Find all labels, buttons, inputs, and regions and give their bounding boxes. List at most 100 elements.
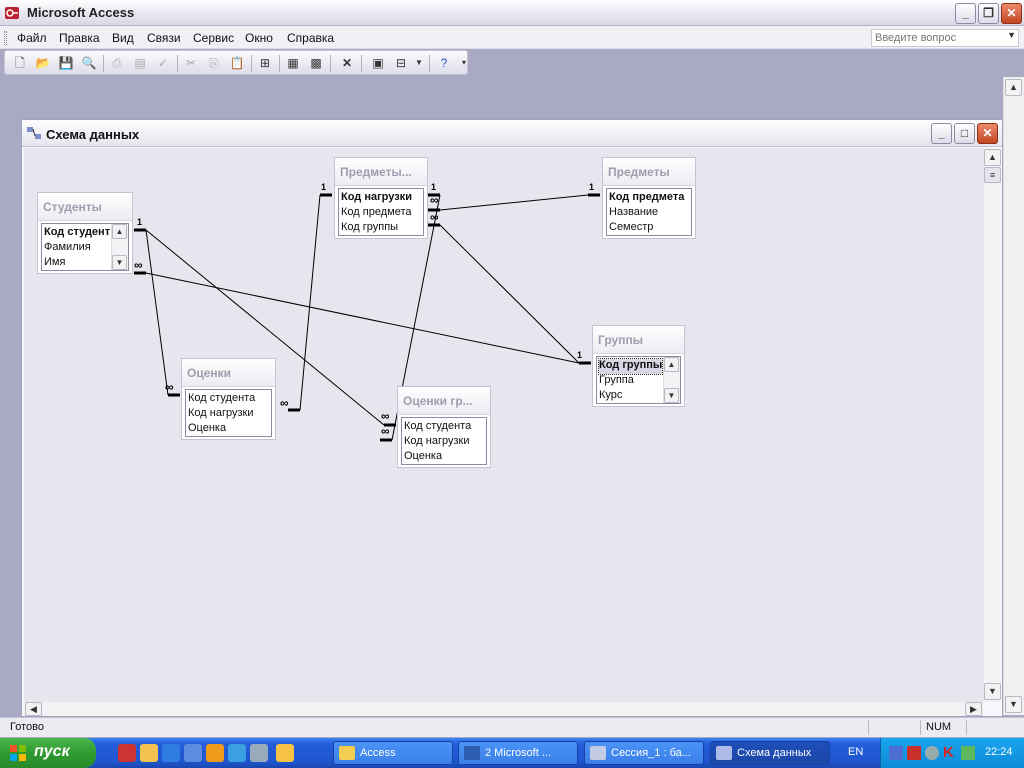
scroll-up-icon[interactable]: ▲: [112, 224, 127, 239]
child-close-button[interactable]: ✕: [977, 123, 998, 144]
restore-button[interactable]: ❐: [978, 3, 999, 24]
scroll-up-icon[interactable]: ▲: [664, 357, 679, 372]
paste-icon[interactable]: 📋: [228, 54, 246, 72]
clock-icon[interactable]: [276, 744, 294, 762]
field-item[interactable]: Группа: [599, 374, 634, 389]
field-item[interactable]: Код группы: [341, 221, 398, 235]
field-item[interactable]: Оценка: [404, 450, 442, 464]
opera-icon[interactable]: [118, 744, 136, 762]
new-object-icon[interactable]: ⊟: [392, 54, 410, 72]
scroll-thumb[interactable]: ≡: [984, 167, 1001, 183]
show-all-icon[interactable]: ▩: [307, 54, 325, 72]
table-group-grades[interactable]: Оценки гр... Код студента Код нагрузки О…: [397, 386, 491, 468]
scroll-up-icon[interactable]: ▲: [1005, 79, 1022, 96]
table-load[interactable]: Предметы... Код нагрузки Код предмета Ко…: [334, 157, 428, 239]
media-player-icon[interactable]: [206, 744, 224, 762]
field-list-scrollbar[interactable]: ▲ ▼: [111, 224, 128, 270]
menu-help[interactable]: Справка: [287, 31, 334, 45]
show-table-icon[interactable]: ⊞: [256, 54, 274, 72]
menu-window[interactable]: Окно: [245, 31, 273, 45]
menu-grip[interactable]: [4, 31, 7, 45]
preview-icon[interactable]: ▤: [131, 54, 149, 72]
folder-icon[interactable]: [140, 744, 158, 762]
task-database[interactable]: Сессия_1 : ба...: [584, 741, 704, 765]
save-icon[interactable]: 💾: [57, 54, 75, 72]
field-item[interactable]: Код студент: [44, 226, 110, 241]
help-question-input[interactable]: [875, 31, 1003, 45]
field-item[interactable]: Код нагрузки: [341, 191, 412, 206]
kaspersky-icon[interactable]: K: [943, 744, 954, 761]
network-icon[interactable]: [889, 746, 903, 760]
relationships-canvas[interactable]: 1 ∞ 1 1 ∞ ∞ 1 1 ∞ ∞ ∞ ∞ Студенты Код сту…: [24, 148, 984, 702]
field-item[interactable]: Код нагрузки: [188, 407, 253, 422]
toolbar-options-icon[interactable]: ▾: [455, 54, 473, 72]
scroll-down-icon[interactable]: ▼: [1005, 696, 1022, 713]
table-students[interactable]: Студенты Код студент Фамилия Имя ▲ ▼: [37, 192, 133, 274]
field-item[interactable]: Курс: [599, 389, 622, 403]
chevron-down-icon[interactable]: ▼: [1007, 30, 1016, 40]
scroll-right-icon[interactable]: ▶: [965, 702, 982, 716]
table-title[interactable]: Группы: [593, 326, 684, 354]
child-maximize-button[interactable]: □: [954, 123, 975, 144]
menu-edit[interactable]: Правка: [59, 31, 100, 45]
delete-icon[interactable]: ✕: [338, 54, 356, 72]
spelling-icon[interactable]: ✓: [154, 54, 172, 72]
scroll-down-icon[interactable]: ▼: [984, 683, 1001, 700]
field-item[interactable]: Код предмета: [341, 206, 411, 221]
field-item-selected[interactable]: Код группы: [597, 358, 664, 375]
show-direct-icon[interactable]: ▦: [284, 54, 302, 72]
help-icon[interactable]: ?: [435, 54, 453, 72]
field-list-scrollbar[interactable]: ▲ ▼: [663, 357, 680, 403]
table-title[interactable]: Предметы...: [335, 158, 427, 186]
nvidia-icon[interactable]: [961, 746, 975, 760]
scroll-down-icon[interactable]: ▼: [112, 255, 127, 270]
relationships-vertical-scrollbar[interactable]: ▲ ≡ ▼: [984, 148, 1001, 702]
refresh-icon[interactable]: [228, 744, 246, 762]
copy-icon[interactable]: ⎘: [205, 54, 223, 72]
database-window-icon[interactable]: ▣: [369, 54, 387, 72]
table-groups[interactable]: Группы Код группы Группа Курс ▲ ▼: [592, 325, 685, 407]
disk-icon[interactable]: [925, 746, 939, 760]
field-item[interactable]: Код студента: [404, 420, 471, 435]
task-word[interactable]: 2 Microsoft ...: [458, 741, 578, 765]
scroll-up-icon[interactable]: ▲: [984, 149, 1001, 166]
relationships-horizontal-scrollbar[interactable]: ◀ ▶: [24, 702, 984, 716]
field-item[interactable]: Имя: [44, 256, 65, 270]
start-button[interactable]: пуск: [0, 738, 96, 768]
app-vertical-scrollbar[interactable]: ▲ ▼: [1003, 77, 1024, 715]
table-grades[interactable]: Оценки Код студента Код нагрузки Оценка: [181, 358, 276, 440]
print-preview-icon[interactable]: 🔍: [80, 54, 98, 72]
child-minimize-button[interactable]: _: [931, 123, 952, 144]
antivirus-icon[interactable]: [907, 746, 921, 760]
close-button[interactable]: ✕: [1001, 3, 1022, 24]
menu-file[interactable]: Файл: [17, 31, 47, 45]
scroll-down-icon[interactable]: ▼: [664, 388, 679, 403]
internet-explorer-icon[interactable]: [162, 744, 180, 762]
new-icon[interactable]: 🗋: [11, 54, 29, 72]
table-subjects[interactable]: Предметы Код предмета Название Семестр: [602, 157, 696, 239]
field-item[interactable]: Фамилия: [44, 241, 91, 256]
calculator-icon[interactable]: [250, 744, 268, 762]
table-title[interactable]: Предметы: [603, 158, 695, 186]
menu-view[interactable]: Вид: [112, 31, 134, 45]
menu-relationships[interactable]: Связи: [147, 31, 181, 45]
table-title[interactable]: Оценки: [182, 359, 275, 387]
task-access[interactable]: Access: [333, 741, 453, 765]
table-title[interactable]: Студенты: [38, 193, 132, 221]
field-item[interactable]: Код нагрузки: [404, 435, 469, 450]
cut-icon[interactable]: ✂: [182, 54, 200, 72]
table-title[interactable]: Оценки гр...: [398, 387, 490, 415]
scroll-left-icon[interactable]: ◀: [25, 702, 42, 716]
help-question-box[interactable]: ▼: [871, 29, 1019, 47]
outlook-icon[interactable]: [184, 744, 202, 762]
minimize-button[interactable]: _: [955, 3, 976, 24]
field-item[interactable]: Оценка: [188, 422, 226, 436]
field-item[interactable]: Название: [609, 206, 658, 221]
new-object-dropdown-icon[interactable]: ▼: [410, 54, 428, 72]
language-indicator[interactable]: EN: [848, 746, 863, 758]
open-icon[interactable]: 📂: [34, 54, 52, 72]
print-icon[interactable]: ⎙: [108, 54, 126, 72]
menu-tools[interactable]: Сервис: [193, 31, 234, 45]
field-item[interactable]: Семестр: [609, 221, 653, 235]
field-item[interactable]: Код студента: [188, 392, 255, 407]
